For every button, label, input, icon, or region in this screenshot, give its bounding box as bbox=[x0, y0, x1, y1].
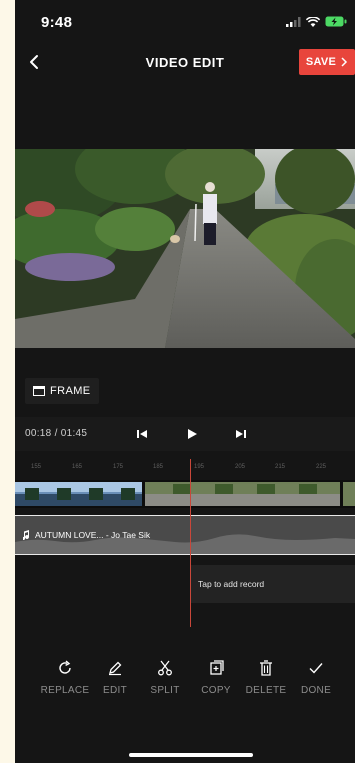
clip-thumbnails bbox=[15, 480, 355, 508]
wifi-icon bbox=[306, 16, 320, 27]
frame-icon bbox=[33, 386, 45, 396]
status-icons bbox=[286, 16, 347, 27]
phone-screen: 9:48 VIDEO EDIT SAVE FRAME 00:18 / 01:45… bbox=[15, 0, 355, 763]
music-note-icon bbox=[23, 530, 30, 540]
frame-button-label: FRAME bbox=[50, 385, 91, 397]
signal-icon bbox=[286, 16, 301, 27]
play-icon[interactable] bbox=[184, 426, 200, 442]
replace-button[interactable]: REPLACE bbox=[37, 655, 93, 696]
home-indicator[interactable] bbox=[129, 753, 253, 757]
audio-track-label: AUTUMN LOVE... - Jo Tae Sik bbox=[23, 530, 150, 540]
edit-toolbar: REPLACE EDIT SPLIT COPY DELETE DONE bbox=[15, 655, 355, 705]
timecode: 00:18 / 01:45 bbox=[25, 428, 88, 439]
edit-button[interactable]: EDIT bbox=[87, 655, 143, 696]
split-label: SPLIT bbox=[150, 685, 180, 696]
video-preview[interactable] bbox=[15, 149, 355, 348]
ruler-tick: 165 bbox=[72, 464, 83, 470]
record-hint: Tap to add record bbox=[198, 579, 265, 589]
ruler-tick: 185 bbox=[153, 464, 164, 470]
nav-bar: VIDEO EDIT SAVE bbox=[15, 44, 355, 82]
pencil-icon bbox=[109, 661, 122, 676]
copy-button[interactable]: COPY bbox=[188, 655, 244, 696]
split-button[interactable]: SPLIT bbox=[137, 655, 193, 696]
done-button[interactable]: DONE bbox=[288, 655, 344, 696]
ruler-tick: 195 bbox=[194, 464, 205, 470]
skip-forward-icon[interactable] bbox=[233, 426, 249, 442]
playhead[interactable] bbox=[190, 459, 191, 627]
skip-back-icon[interactable] bbox=[134, 426, 150, 442]
scissors-icon bbox=[158, 660, 172, 676]
timeline-ruler: 155 165 175 185 195 205 215 225 bbox=[15, 461, 355, 475]
frame-button[interactable]: FRAME bbox=[25, 378, 99, 404]
copy-label: COPY bbox=[201, 685, 231, 696]
video-clip-strip[interactable] bbox=[15, 480, 355, 508]
video-frame-image bbox=[15, 149, 355, 348]
ruler-tick: 215 bbox=[275, 464, 286, 470]
playback-bar: 00:18 / 01:45 bbox=[15, 417, 355, 451]
ruler-tick: 175 bbox=[113, 464, 124, 470]
ruler-tick: 225 bbox=[316, 464, 327, 470]
audio-track[interactable]: AUTUMN LOVE... - Jo Tae Sik bbox=[15, 515, 355, 555]
edit-label: EDIT bbox=[103, 685, 127, 696]
battery-charging-icon bbox=[325, 16, 347, 27]
save-button[interactable]: SAVE bbox=[299, 49, 355, 75]
delete-button[interactable]: DELETE bbox=[238, 655, 294, 696]
status-bar: 9:48 bbox=[15, 0, 355, 44]
record-area[interactable]: Tap to add record bbox=[190, 565, 355, 603]
done-label: DONE bbox=[300, 685, 332, 696]
check-icon bbox=[309, 663, 323, 674]
save-button-label: SAVE bbox=[305, 56, 337, 68]
delete-label: DELETE bbox=[245, 685, 287, 696]
replace-icon bbox=[59, 660, 71, 674]
audio-track-title: AUTUMN LOVE... - Jo Tae Sik bbox=[35, 530, 151, 540]
replace-label: REPLACE bbox=[40, 685, 90, 696]
copy-icon bbox=[210, 660, 224, 675]
trash-icon bbox=[260, 660, 272, 676]
ruler-tick: 205 bbox=[235, 464, 246, 470]
chevron-right-icon bbox=[341, 57, 348, 67]
status-time: 9:48 bbox=[41, 14, 73, 31]
ruler-tick: 155 bbox=[31, 464, 42, 470]
